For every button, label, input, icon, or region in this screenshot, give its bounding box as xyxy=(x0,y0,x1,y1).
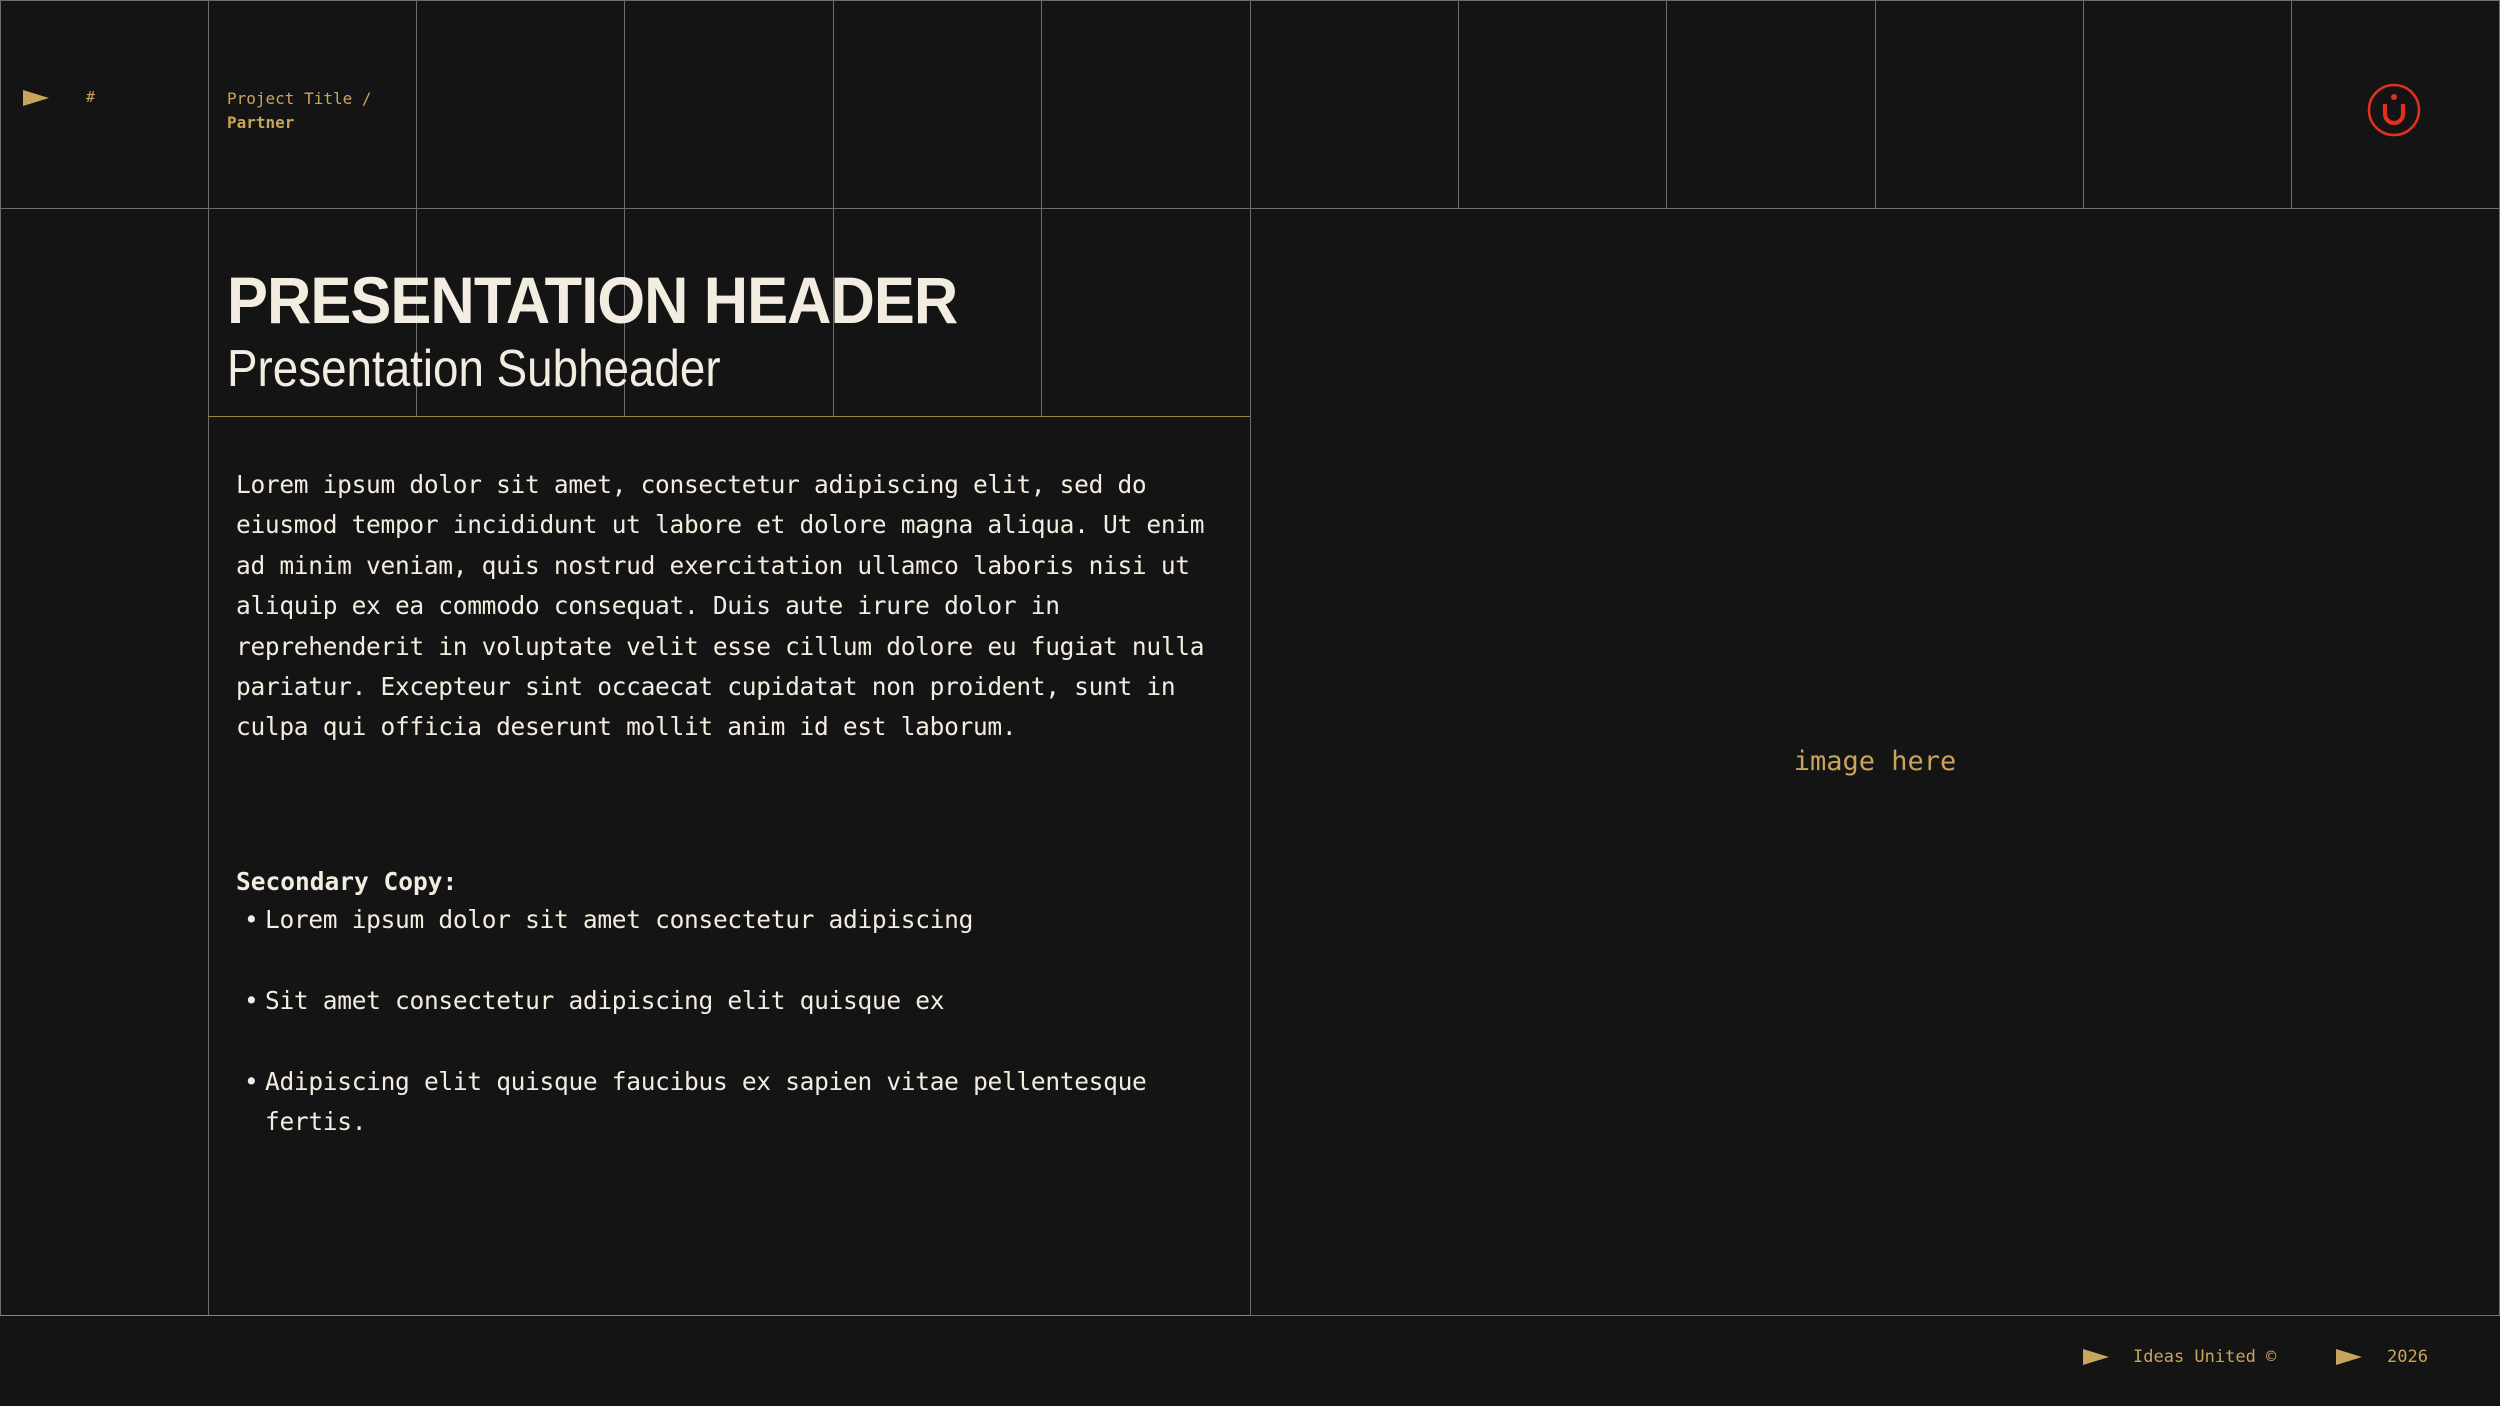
grid-line xyxy=(0,0,1,1315)
body-copy: Lorem ipsum dolor sit amet, consectetur … xyxy=(236,470,1205,742)
secondary-copy-label: Secondary Copy: xyxy=(236,867,458,896)
bullet-list: Lorem ipsum dolor sit amet consectetur a… xyxy=(236,900,1236,1183)
grid-line xyxy=(2083,0,2084,208)
ideas-united-logo-icon xyxy=(2367,83,2421,137)
slide: # Project Title / Partner PRESENTATION H… xyxy=(0,0,2500,1406)
image-placeholder-label: image here xyxy=(1793,746,1957,777)
footer-year: 2026 xyxy=(2387,1347,2428,1367)
list-item: Lorem ipsum dolor sit amet consectetur a… xyxy=(236,900,1236,941)
footer-divider-line xyxy=(0,1315,1250,1316)
list-item: Adipiscing elit quisque faucibus ex sapi… xyxy=(236,1062,1236,1143)
grid-line xyxy=(0,0,2500,1)
grid-line xyxy=(1666,0,1667,208)
page-subtitle: Presentation Subheader xyxy=(227,340,721,398)
grid-line xyxy=(2291,0,2292,208)
image-placeholder: image here xyxy=(1250,208,2500,1315)
grid-line xyxy=(1875,0,1876,208)
footer-divider-line xyxy=(1250,1315,2500,1316)
header-divider-line xyxy=(208,416,1250,417)
slide-number-marker: # xyxy=(86,88,96,106)
partner-name: Partner xyxy=(227,113,295,132)
page-title: PRESENTATION HEADER xyxy=(227,263,958,337)
arrow-flag-icon xyxy=(23,90,49,106)
list-item: Sit amet consectetur adipiscing elit qui… xyxy=(236,981,1236,1022)
project-title: Project Title / xyxy=(227,89,372,108)
grid-line xyxy=(1458,0,1459,208)
footer-company: Ideas United © xyxy=(2133,1347,2277,1367)
grid-line xyxy=(208,0,209,1315)
arrow-flag-icon xyxy=(2083,1349,2109,1365)
arrow-flag-icon xyxy=(2336,1349,2362,1365)
